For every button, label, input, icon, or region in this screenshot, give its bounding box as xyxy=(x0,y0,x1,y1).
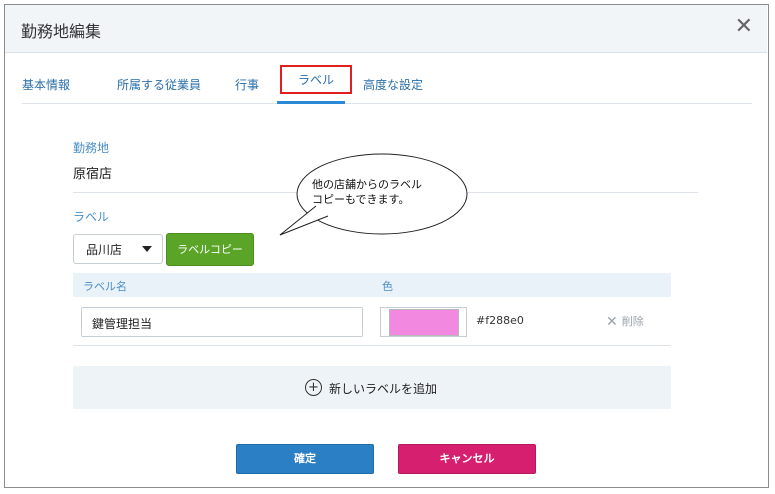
tab-bar: 基本情報 所属する従業員 行事 ラベル 高度な設定 xyxy=(22,65,752,104)
color-swatch[interactable] xyxy=(389,309,459,336)
add-label-text: 新しいラベルを追加 xyxy=(329,382,438,396)
plus-circle-icon: + xyxy=(305,379,322,396)
chevron-down-icon xyxy=(142,246,152,252)
workplace-value: 原宿店 xyxy=(73,167,113,182)
labels-table-header: ラベル名 色 xyxy=(73,273,671,297)
tab-employees[interactable]: 所属する従業員 xyxy=(117,76,201,93)
delete-label-text: 削除 xyxy=(621,315,644,328)
active-tab-indicator xyxy=(277,101,345,104)
color-hex-value: #f288e0 xyxy=(476,314,524,327)
label-name-value: 鍵管理担当 xyxy=(92,317,153,331)
close-icon: ✕ xyxy=(606,314,618,330)
close-icon[interactable]: ✕ xyxy=(735,13,753,41)
copy-labels-button[interactable]: ラベルコピー xyxy=(166,233,254,266)
callout-text: 他の店舗からのラベル コピーもできます。 xyxy=(312,177,462,207)
tab-labels[interactable]: ラベル xyxy=(280,65,353,94)
column-header-color: 色 xyxy=(382,280,393,293)
store-select[interactable]: 品川店 xyxy=(73,234,163,264)
dialog-header: 勤務地編集 ✕ xyxy=(5,5,767,53)
add-label-button[interactable]: + 新しいラベルを追加 xyxy=(73,366,671,409)
tab-advanced-settings[interactable]: 高度な設定 xyxy=(363,76,423,93)
column-header-label-name: ラベル名 xyxy=(83,280,127,293)
delete-label-button[interactable]: ✕ 削除 xyxy=(606,313,644,330)
callout-line-1: 他の店舗からのラベル xyxy=(312,178,422,191)
store-select-value: 品川店 xyxy=(86,243,123,257)
labels-section-label: ラベル xyxy=(73,210,110,224)
callout-line-2: コピーもできます。 xyxy=(312,193,410,206)
divider xyxy=(73,345,671,346)
workplace-label: 勤務地 xyxy=(73,141,110,155)
label-name-input[interactable]: 鍵管理担当 xyxy=(81,307,363,337)
cancel-button[interactable]: キャンセル xyxy=(398,444,536,474)
tab-basic-info[interactable]: 基本情報 xyxy=(22,76,70,93)
confirm-button[interactable]: 確定 xyxy=(236,444,374,474)
tab-events[interactable]: 行事 xyxy=(235,76,259,93)
dialog-title: 勤務地編集 xyxy=(21,22,102,41)
